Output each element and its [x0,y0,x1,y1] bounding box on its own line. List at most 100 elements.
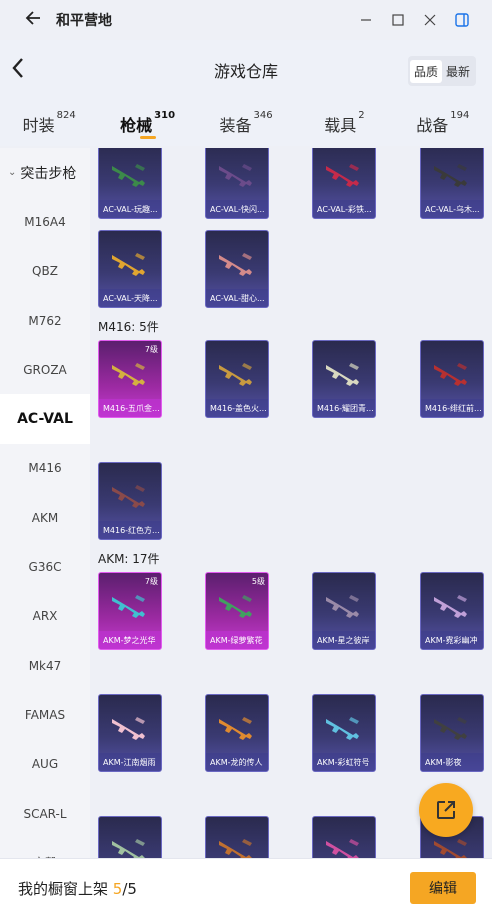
weapon-skin-card[interactable]: AKM-梦之光华 7级 [98,572,162,650]
skin-name: M416-五爪金... [103,404,160,413]
rifle-icon [434,717,467,740]
chevron-down-icon: ⌄ [8,167,17,179]
tab-equipment[interactable]: 装备346 [197,98,295,146]
grade-badge: 7级 [144,345,158,354]
window-controls [350,6,478,34]
weapon-skin-card[interactable]: AC-VAL-天降... [98,230,162,308]
tab-count: 194 [450,110,470,121]
sidenav-item[interactable]: Mk47 [0,641,90,690]
rifle-icon [112,485,145,508]
window-titlebar: 和平营地 [0,0,492,40]
rifle-icon [112,717,145,740]
weapon-skin-card[interactable]: AKM-绿萝繁花 5级 [205,572,269,650]
weapon-skin-card[interactable]: AC-VAL-玩趣... [98,148,162,219]
grade-badge: 7级 [144,577,158,586]
weapon-skin-card[interactable]: M416-盖色火... [205,340,269,418]
sidenav-item[interactable]: ARX [0,592,90,641]
skin-name: AKM-梦之光华 [103,636,156,645]
skin-name: AC-VAL-天降... [103,294,158,303]
weapon-skin-card[interactable]: AC-VAL-甜心... [205,230,269,308]
tab-vehicles[interactable]: 载具2 [295,98,393,146]
weapon-skin-card[interactable]: M416-耀团青... [312,340,376,418]
rifle-icon [219,717,252,740]
weapon-skin-card[interactable] [312,816,376,858]
sidenav-item[interactable]: AC-VAL [0,394,90,444]
close-icon[interactable] [414,6,446,34]
skin-name: AKM-星之彼岸 [317,636,370,645]
minimize-icon[interactable] [350,6,382,34]
weapon-skin-card[interactable]: AKM-彩虹符号 [312,694,376,772]
rifle-icon [326,595,359,618]
rifle-icon [326,363,359,386]
edit-button[interactable]: 编辑 [410,872,476,904]
sidenav-item[interactable]: FAMAS [0,690,90,739]
sidenav-group-assault-rifles[interactable]: ⌄ 突击步枪 [0,148,90,197]
sidenav-item[interactable]: 突撃 [0,838,90,858]
sidebar-toggle-icon[interactable] [446,6,478,34]
weapon-skin-card[interactable] [98,816,162,858]
showcase-label: 我的橱窗上架 [18,879,109,898]
weapon-skin-card[interactable]: AKM-影夜 [420,694,484,772]
rifle-icon [326,164,359,187]
sidenav-item[interactable]: GROZA [0,345,90,394]
rifle-icon [219,595,252,618]
rifle-icon [219,253,252,276]
rifle-icon [326,717,359,740]
weapon-skin-card[interactable]: M416-五爪金... 7级 [98,340,162,418]
rifle-icon [112,363,145,386]
weapon-skin-card[interactable] [205,816,269,858]
weapon-skin-card[interactable]: M416-红色方... [98,462,162,540]
skin-name: AKM-霓彩幽冲 [425,636,478,645]
weapon-skin-card[interactable]: AC-VAL-乌木... [420,148,484,219]
sort-newest-option[interactable]: 最新 [442,60,474,83]
sort-toggle: 品质 最新 [407,56,476,86]
sidenav-item[interactable]: AKM [0,493,90,542]
tab-supplies[interactable]: 战备194 [394,98,492,146]
sort-quality-option[interactable]: 品质 [409,59,442,83]
sidenav-item[interactable]: AUG [0,740,90,789]
tab-label: 战备 [416,116,449,135]
back-arrow-icon[interactable] [24,9,44,32]
showcase-total-count: /5 [122,879,137,898]
window-title: 和平营地 [56,13,112,29]
sidenav-item[interactable]: M762 [0,296,90,345]
sidenav-item[interactable]: M416 [0,444,90,493]
sidenav-item[interactable]: QBZ [0,247,90,296]
weapon-skin-card[interactable]: AKM-霓彩幽冲 [420,572,484,650]
sidenav-item[interactable]: SCAR-L [0,789,90,838]
skin-name: AC-VAL-快闪... [210,205,265,214]
weapon-skin-card[interactable]: M416-绯红前... [420,340,484,418]
sidenav-item[interactable]: G36C [0,542,90,591]
item-grid: AC-VAL-玩趣... AC-VAL-快闪... AC-VAL-彩铁... AC-V… [90,148,492,858]
maximize-icon[interactable] [382,6,414,34]
skin-name: AKM-江南烟雨 [103,758,156,767]
weapon-skin-card[interactable]: AC-VAL-彩铁... [312,148,376,219]
section-title: AKM: 17件 [98,552,160,566]
section-title: M416: 5件 [98,320,159,334]
skin-name: M416-红色方... [103,526,160,535]
weapon-skin-card[interactable]: AKM-星之彼岸 [312,572,376,650]
rifle-icon [434,363,467,386]
grade-badge: 5级 [251,577,265,586]
share-button[interactable] [419,783,473,837]
category-tabs: 时装824 枪械310 装备346 载具2 战备194 [0,98,492,146]
weapon-skin-card[interactable]: AC-VAL-快闪... [205,148,269,219]
skin-name: AC-VAL-玩趣... [103,205,158,214]
skin-name: M416-绯红前... [425,404,482,413]
tab-fashion[interactable]: 时装824 [0,98,98,146]
skin-name: M416-盖色火... [210,404,267,413]
rifle-icon [219,839,252,858]
tab-label: 载具 [324,116,357,135]
rifle-icon [326,839,359,858]
tab-label: 装备 [219,116,252,135]
skin-name: M416-耀团青... [317,404,374,413]
tab-firearms[interactable]: 枪械310 [98,98,196,146]
skin-name: AC-VAL-彩铁... [317,205,372,214]
weapon-type-nav: ⌄ 突击步枪 M16A4 QBZ M762 GROZA AC-VAL M416 AKM G36… [0,148,90,858]
share-icon [437,801,455,819]
weapon-skin-card[interactable]: AKM-江南烟雨 [98,694,162,772]
sidenav-item[interactable]: M16A4 [0,197,90,246]
weapon-skin-card[interactable]: AKM-龙的传人 [205,694,269,772]
tab-count: 346 [253,110,273,121]
skin-name: AKM-龙的传人 [210,758,263,767]
